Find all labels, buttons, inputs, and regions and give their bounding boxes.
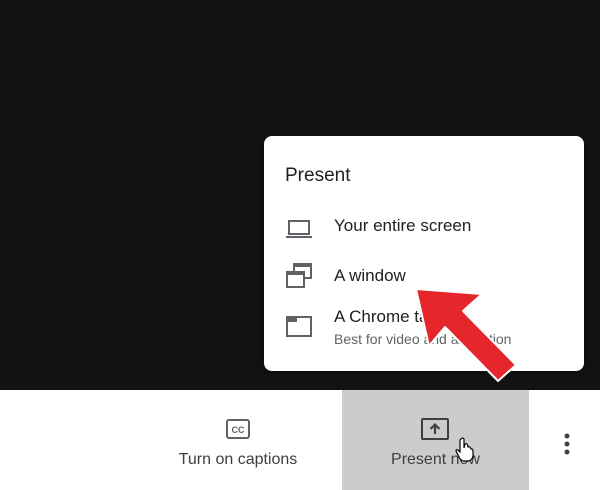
menu-title: Present — [285, 165, 351, 186]
present-menu: Present Your entire screen A window A Ch… — [264, 136, 584, 371]
more-options-button[interactable] — [548, 390, 586, 490]
menu-item-label: Your entire screen — [334, 216, 472, 235]
present-now-label: Present now — [391, 451, 480, 468]
hand-cursor-icon — [455, 437, 475, 468]
turn-on-captions-button[interactable]: CC Turn on captions — [162, 390, 314, 490]
window-icon — [284, 261, 314, 291]
svg-text:CC: CC — [232, 425, 245, 435]
captions-label: Turn on captions — [178, 451, 298, 468]
closed-captions-icon: CC — [226, 418, 250, 445]
menu-item-label: A Chrome tab — [334, 307, 438, 326]
bottom-toolbar: CC Turn on captions Present now — [0, 390, 600, 490]
menu-item-entire-screen[interactable]: Your entire screen — [264, 206, 584, 252]
menu-item-chrome-tab[interactable]: A Chrome tab Best for video and animatio… — [264, 302, 584, 352]
present-now-button[interactable]: Present now — [342, 390, 529, 490]
chrome-tab-icon — [284, 311, 314, 341]
menu-item-label: A window — [334, 266, 406, 285]
menu-item-sublabel: Best for video and animation — [334, 331, 512, 347]
menu-item-window[interactable]: A window — [264, 253, 584, 299]
present-screen-icon — [421, 417, 449, 446]
more-options-icon — [563, 433, 571, 462]
laptop-icon — [284, 215, 314, 245]
